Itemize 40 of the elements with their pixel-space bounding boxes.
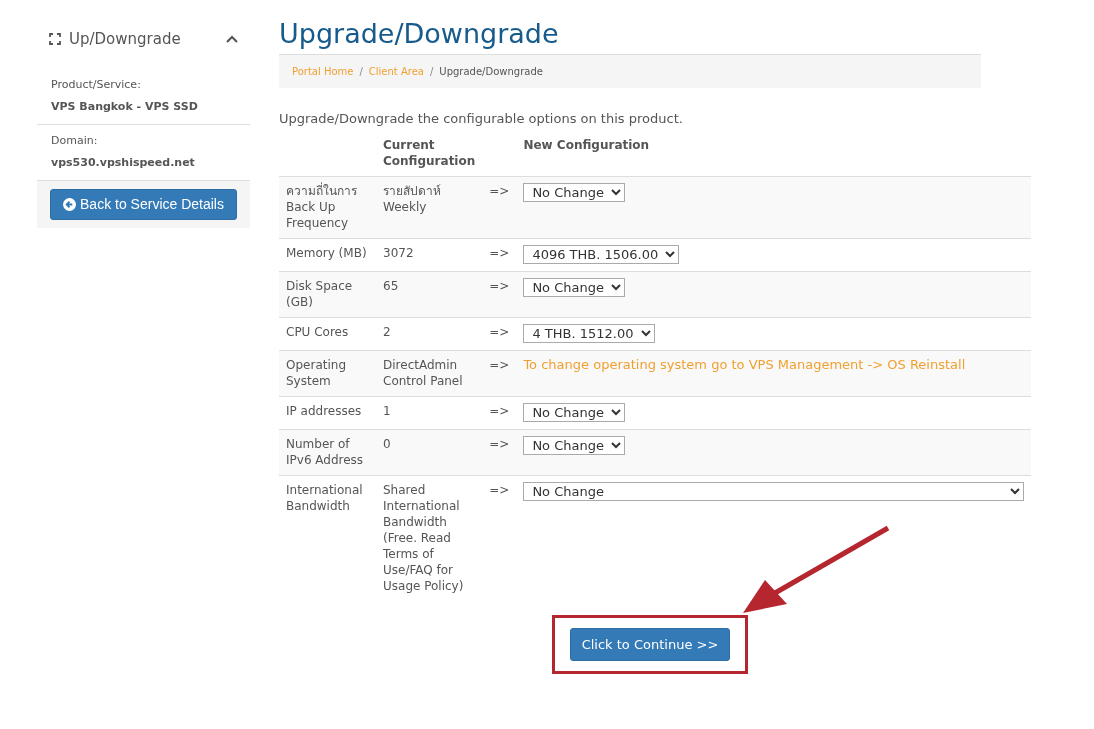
column-header: New Configuration [516, 136, 1031, 177]
field-value: vps530.vpshispeed.net [51, 155, 196, 171]
option-select[interactable]: No Change [523, 277, 626, 297]
option-label: Disk Space (GB) [279, 271, 376, 318]
os-change-note: To change operating system go to VPS Management -> OS Reinstall [523, 356, 966, 372]
current-value: 0 [376, 429, 483, 476]
option-select[interactable]: No Change [523, 481, 1024, 501]
arrow-text: => [482, 350, 517, 397]
current-value: DirectAdmin Control Panel [376, 350, 483, 397]
current-value: รายสัปดาห์ Weekly [376, 176, 483, 239]
option-label: International Bandwidth [279, 475, 376, 601]
current-value: Shared International Bandwidth (Free. Read Terms of Use/FAQ for Usage Policy) [376, 475, 483, 601]
option-label: ความถี่ในการ Back Up Frequency [279, 176, 376, 239]
field-label: Product/Service: [51, 76, 142, 93]
panel-title: Up/Downgrade [69, 29, 182, 50]
back-button[interactable]: Back to Service Details [50, 188, 237, 220]
expand-icon [49, 33, 61, 46]
intro-text: Upgrade/Downgrade the configurable options on this product. [279, 110, 684, 129]
breadcrumb-separator: / [430, 65, 434, 80]
current-value: 65 [376, 271, 483, 318]
breadcrumb-separator: / [359, 65, 363, 80]
arrow-text: => [482, 176, 517, 239]
option-label: Number of IPv6 Address [279, 429, 376, 476]
option-select[interactable]: No Change [523, 402, 626, 422]
arrow-text: => [482, 429, 517, 476]
option-select[interactable]: No Change [523, 182, 626, 202]
field-label: Domain: [51, 132, 99, 149]
option-select[interactable]: 4 THB. 1512.00 [523, 323, 656, 343]
breadcrumb-current: Upgrade/Downgrade [439, 65, 543, 80]
option-label: Operating System [279, 350, 376, 397]
arrow-text: => [482, 271, 517, 318]
option-select[interactable]: No Change [523, 435, 626, 455]
back-arrow-icon [63, 197, 76, 211]
arrow-text: => [482, 475, 517, 601]
collapse-caret-icon[interactable] [226, 35, 238, 44]
continue-button[interactable]: Click to Continue >> [569, 627, 731, 662]
field-value: VPS Bangkok - VPS SSD [51, 99, 199, 115]
page-title: Upgrade/Downgrade [279, 18, 560, 51]
column-header: Current Configuration [376, 136, 483, 177]
option-select[interactable]: 4096 THB. 1506.00 [523, 244, 680, 264]
